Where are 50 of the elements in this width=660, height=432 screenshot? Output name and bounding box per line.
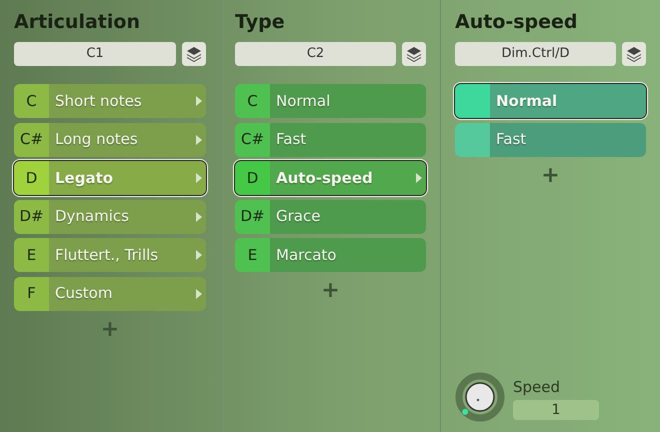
articulation-item[interactable]: C# Long notes (14, 122, 206, 156)
articulation-item[interactable]: C Normal (235, 84, 426, 118)
item-label: Fluttert., Trills (55, 244, 158, 266)
articulation-item[interactable]: E Fluttert., Trills (14, 238, 206, 272)
speed-knob[interactable] (455, 372, 505, 422)
articulation-item[interactable]: E Marcato (235, 238, 426, 272)
column-title: Type (235, 10, 286, 35)
layers-button[interactable] (402, 42, 426, 66)
item-label: Normal (276, 90, 330, 112)
key-label: D (26, 168, 38, 189)
key-label: E (248, 244, 258, 266)
speed-label: Speed (513, 376, 562, 398)
key-label: D# (240, 206, 265, 228)
layers-icon (626, 46, 642, 62)
key-label: C# (20, 129, 44, 150)
column-title: Auto-speed (455, 10, 579, 35)
item-label: Long notes (55, 129, 138, 150)
mapping-field[interactable]: Dim.Ctrl/D (455, 42, 616, 66)
mapping-field[interactable]: C2 (235, 42, 396, 66)
key-label: D (246, 168, 258, 189)
item-label: Short notes (55, 90, 142, 112)
layers-button[interactable] (622, 42, 646, 66)
item-label: Marcato (276, 244, 336, 266)
articulation-item[interactable]: D Auto-speed (235, 161, 426, 195)
layers-icon (186, 46, 202, 62)
key-label: E (26, 244, 36, 266)
articulation-item[interactable]: D# Grace (235, 200, 426, 234)
item-label: Legato (55, 168, 114, 189)
key-label: C (26, 90, 37, 112)
item-label: Auto-speed (276, 168, 373, 189)
speed-field[interactable]: 1 (513, 400, 599, 420)
articulation-item[interactable]: C# Fast (235, 122, 426, 156)
item-label: Normal (496, 90, 558, 112)
mapping-field[interactable]: C1 (14, 42, 176, 66)
key-label: F (27, 283, 36, 304)
key-label: D# (19, 206, 44, 228)
item-label: Custom (55, 283, 112, 304)
articulation-item[interactable]: F Custom (14, 276, 206, 310)
layers-button[interactable] (182, 42, 206, 66)
key-label: C# (240, 129, 264, 150)
column-title: Articulation (14, 10, 141, 35)
articulation-item[interactable]: D# Dynamics (14, 200, 206, 234)
item-label: Dynamics (55, 206, 129, 228)
articulation-item[interactable]: C Short notes (14, 84, 206, 118)
item-label: Grace (276, 206, 320, 228)
key-label: C (247, 90, 258, 112)
layers-icon (406, 46, 422, 62)
item-label: Fast (276, 129, 306, 150)
item-label: Fast (496, 129, 526, 150)
articulation-item[interactable]: D Legato (14, 161, 206, 195)
